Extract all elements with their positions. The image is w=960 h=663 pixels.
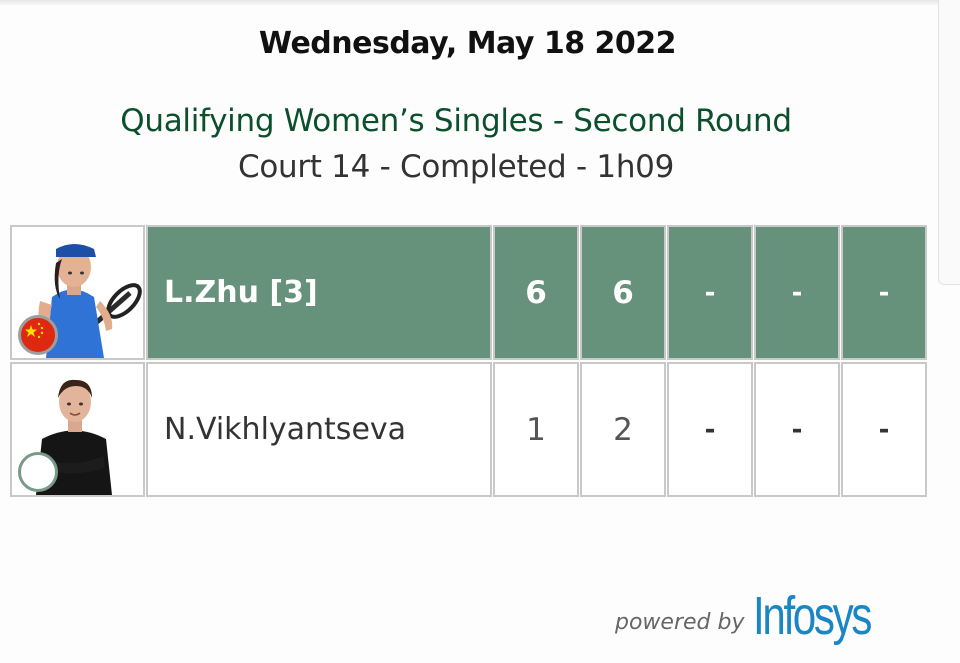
court-status: Court 14 - Completed - 1h09 [237,149,675,185]
player-photo-cell-2 [10,362,145,497]
set-score-2-4: - [754,362,840,497]
set-score-1-1: 6 [493,225,579,360]
set-score-1-2: 6 [580,225,666,360]
player-name-2: N.Vikhlyantseva [146,362,492,497]
scoreboard-page: Wednesday, May 18 2022 Qualifying Women’… [0,0,960,663]
player-name-1: L.Zhu [3] [146,225,492,360]
player-photo-cell-1 [10,225,145,360]
china-flag-icon [18,315,58,355]
set-score-2-5: - [841,362,927,497]
set-score-2-3: - [667,362,753,497]
set-score-2-1: 1 [493,362,579,497]
scroll-edge [938,0,960,285]
set-score-2-2: 2 [580,362,666,497]
infosys-logo[interactable]: Infosys [753,585,872,647]
round-title: Qualifying Women’s Singles - Second Roun… [120,103,792,139]
match-date: Wednesday, May 18 2022 [258,26,677,61]
powered-by-text: powered by [615,610,745,635]
top-shadow [0,0,960,6]
set-score-1-5: - [841,225,927,360]
set-score-1-3: - [667,225,753,360]
empty-flag-icon [18,452,58,492]
set-score-1-4: - [754,225,840,360]
